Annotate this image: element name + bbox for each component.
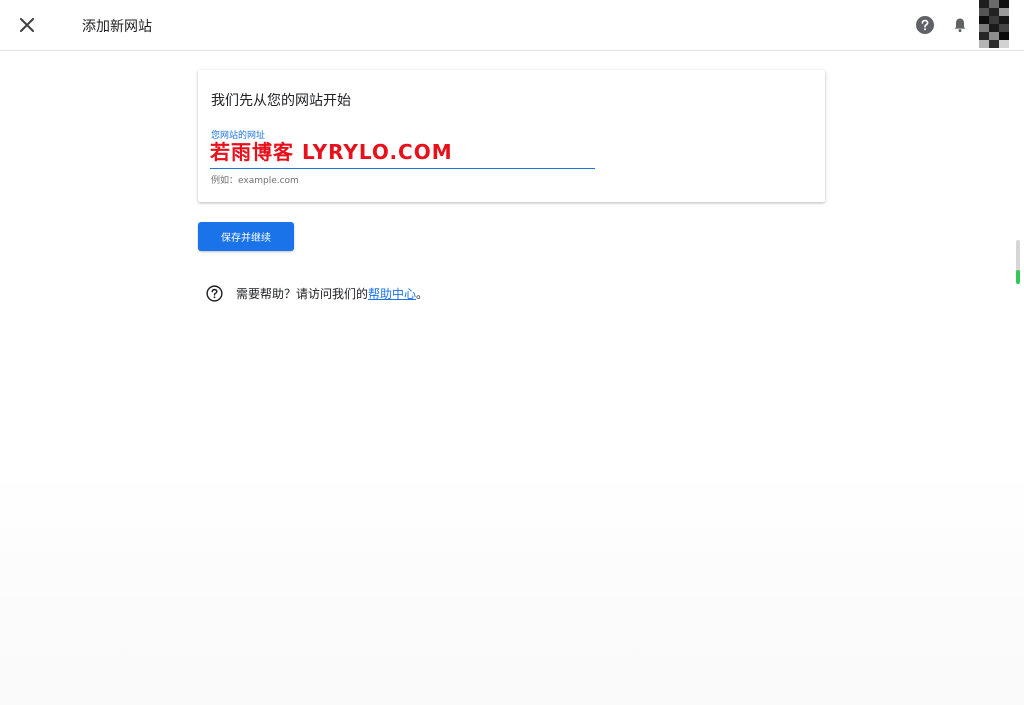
website-url-input[interactable] [210,134,595,169]
bell-icon [954,18,966,33]
help-circle-icon [916,16,934,34]
close-icon [20,18,34,32]
question-icon [206,284,223,302]
scrollbar-indicator [1016,270,1020,284]
help-button[interactable] [916,16,934,34]
help-center-link[interactable]: 帮助中心 [368,285,416,302]
help-text: 需要帮助？请访问我们的 [236,286,369,301]
avatar-image [979,0,1009,48]
website-url-hint: 例如：example.com [211,176,299,186]
card-heading: 我们先从您的网站开始 [211,93,351,109]
page-title: 添加新网站 [82,19,152,35]
top-bar: 添加新网站 [0,0,1024,51]
save-and-continue-button[interactable]: 保存并继续 [198,222,294,251]
help-text-suffix: 。 [416,286,429,301]
avatar[interactable] [979,0,1009,48]
close-button[interactable] [14,12,40,38]
website-card: 我们先从您的网站开始 您网站的网址 例如：example.com [198,70,825,202]
notifications-button[interactable] [951,16,969,34]
page-background [0,470,1024,705]
help-row: 需要帮助？请访问我们的 帮助中心。 [206,284,428,302]
